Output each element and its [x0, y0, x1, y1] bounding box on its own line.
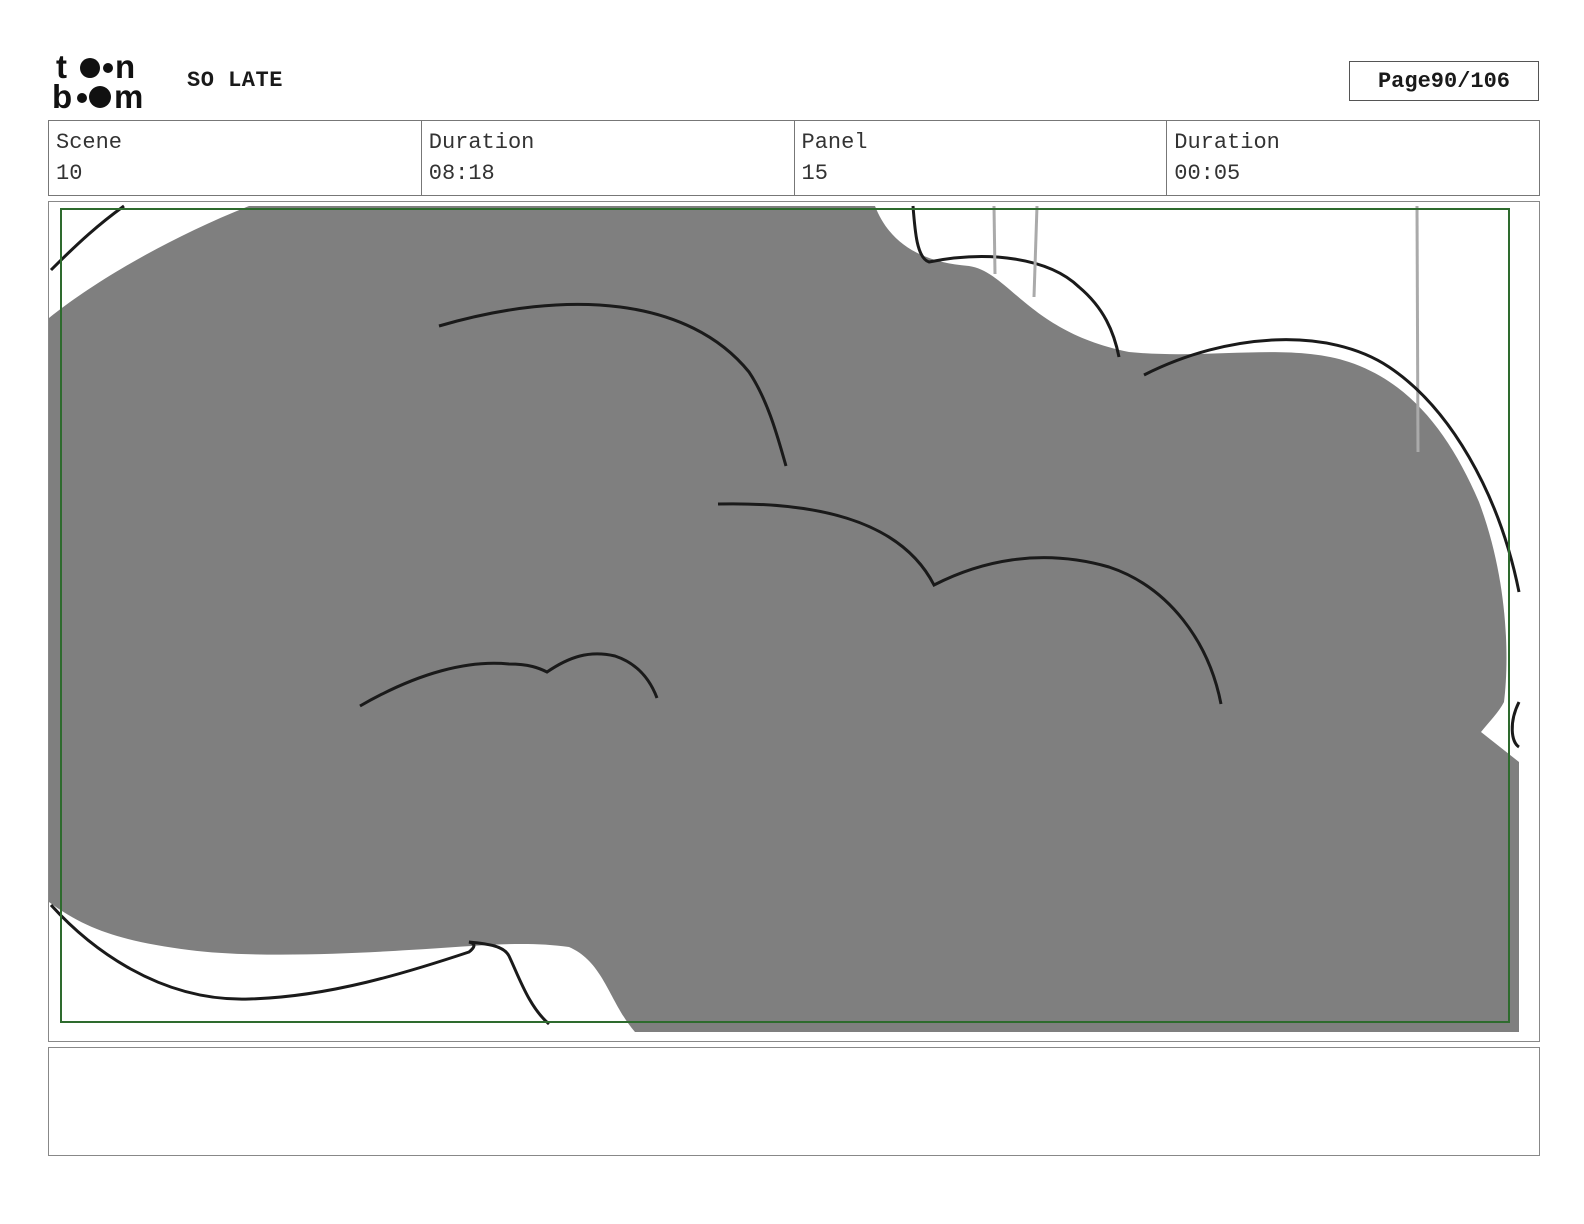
page-indicator: Page 90/106 — [1349, 61, 1539, 101]
svg-text:b: b — [52, 78, 72, 112]
scene-label: Scene — [56, 130, 123, 155]
panel-duration-cell: Duration 00:05 — [1167, 121, 1539, 195]
cloud-fill — [49, 206, 1519, 1032]
scene-cell: Scene 10 — [49, 121, 422, 195]
page-number: 90/106 — [1430, 68, 1511, 94]
panel-drawing — [49, 204, 1521, 1032]
panel-info-table: Scene 10 Duration 08:18 Panel 15 Duratio… — [48, 120, 1540, 196]
panel-image-frame — [48, 201, 1540, 1042]
panel-label: Panel — [801, 130, 868, 155]
toon-boom-logo: t n b m — [52, 50, 143, 112]
panel-value: 15 — [801, 161, 828, 186]
panel-cell: Panel 15 — [795, 121, 1168, 195]
panel-duration-value: 00:05 — [1174, 161, 1241, 186]
project-title: SO LATE — [187, 68, 283, 93]
scene-duration-cell: Duration 08:18 — [422, 121, 795, 195]
svg-text:m: m — [114, 78, 143, 112]
scene-value: 10 — [56, 161, 83, 186]
scene-duration-label: Duration — [428, 130, 535, 155]
panel-notes-box — [48, 1047, 1540, 1156]
panel-duration-label: Duration — [1174, 130, 1280, 155]
scene-duration-value: 08:18 — [428, 161, 495, 186]
page-label: Page — [1377, 68, 1431, 94]
